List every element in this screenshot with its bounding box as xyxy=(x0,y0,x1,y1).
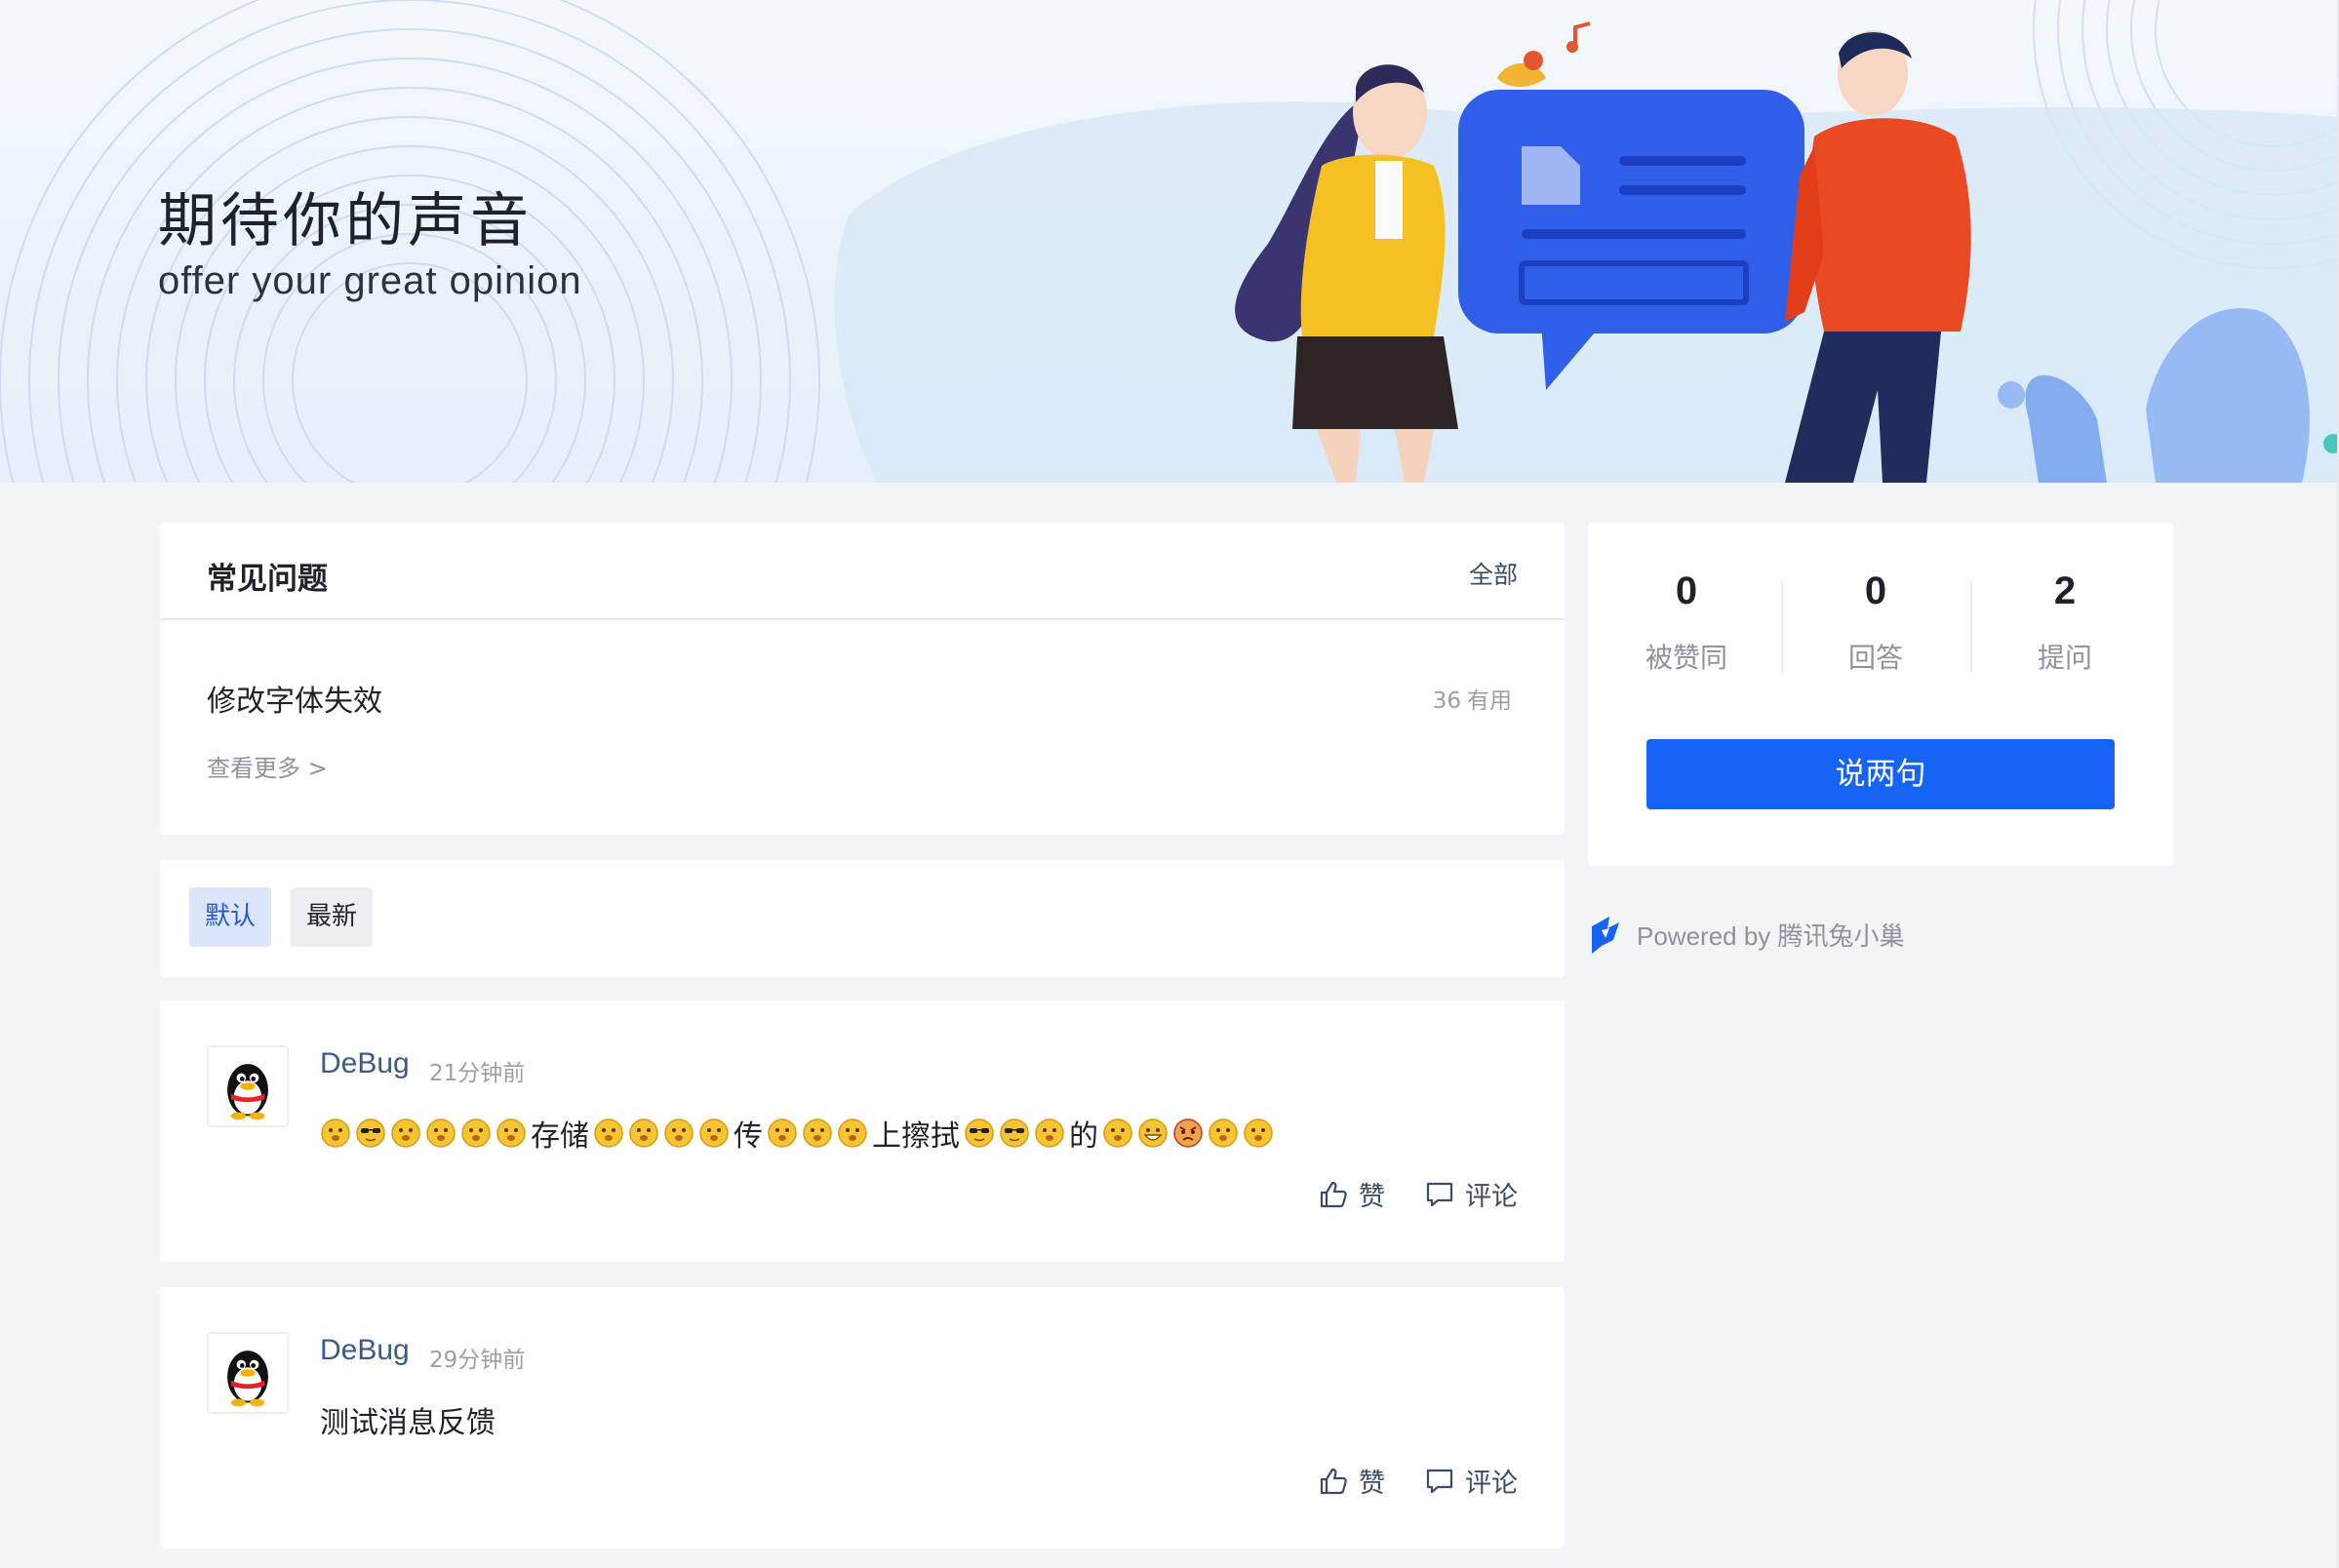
comment-button[interactable]: 评论 xyxy=(1424,1462,1518,1500)
speech-bubble-illustration xyxy=(1458,21,1804,390)
thumbs-up-icon xyxy=(1320,1468,1347,1494)
useful-count-value: 36 xyxy=(1432,688,1461,714)
plant-decoration xyxy=(1998,308,2339,483)
post-content: 测试消息反馈 xyxy=(320,1406,496,1440)
comment-button[interactable]: 评论 xyxy=(1424,1175,1518,1213)
post-content-text: 的 xyxy=(1069,1119,1098,1154)
grin-emoji-icon xyxy=(1138,1118,1168,1148)
face-emoji-icon xyxy=(426,1118,456,1148)
face-emoji-icon xyxy=(496,1118,526,1148)
post-content: 存储 传 上擦拭 的 xyxy=(320,1112,1278,1155)
powered-by-text: Powered by 腾讯兔小巢 xyxy=(1637,921,1905,951)
woman-figure-illustration xyxy=(1235,64,1458,483)
post-content-text: 上擦拭 xyxy=(872,1119,960,1154)
say-something-button[interactable]: 说两句 xyxy=(1646,739,2115,809)
faq-more-link[interactable]: 查看更多 > xyxy=(207,749,328,783)
face-emoji-icon xyxy=(768,1118,797,1148)
like-button[interactable]: 赞 xyxy=(1318,1175,1385,1213)
face-emoji-icon xyxy=(1103,1118,1132,1148)
banner-illustration xyxy=(1235,21,2339,483)
like-label: 赞 xyxy=(1359,1182,1385,1212)
comment-label: 评论 xyxy=(1465,1469,1518,1499)
post-actions: 赞 评论 xyxy=(1318,1462,1518,1500)
post-time: 21分钟前 xyxy=(429,1061,526,1086)
txc-logo-icon xyxy=(1592,917,1619,954)
cool-emoji-icon xyxy=(356,1118,385,1148)
face-emoji-icon xyxy=(1209,1118,1238,1148)
qq-penguin-avatar[interactable] xyxy=(207,1045,289,1127)
banner: 期待你的声音 offer your great opinion xyxy=(0,0,2339,483)
comment-icon xyxy=(1426,1469,1453,1493)
face-emoji-icon xyxy=(699,1118,729,1148)
stat-questions-value: 2 xyxy=(2053,569,2077,612)
post-card: DeBug 29分钟前 测试消息反馈 赞 评论 xyxy=(160,1287,1565,1548)
face-emoji-icon xyxy=(321,1118,350,1148)
qq-penguin-avatar[interactable] xyxy=(207,1332,289,1414)
comment-label: 评论 xyxy=(1465,1182,1518,1212)
powered-by[interactable]: Powered by 腾讯兔小巢 xyxy=(1588,913,1905,956)
face-emoji-icon xyxy=(629,1118,658,1148)
faq-card: 常见问题 全部 修改字体失效 36 有用 查看更多 > xyxy=(160,523,1565,835)
like-label: 赞 xyxy=(1359,1469,1385,1499)
face-emoji-icon xyxy=(803,1118,832,1148)
stat-questions: 2 提问 xyxy=(1970,569,2160,676)
useful-count-label: 有用 xyxy=(1467,688,1512,714)
man-figure-illustration xyxy=(1785,30,1971,483)
post-actions: 赞 评论 xyxy=(1318,1175,1518,1213)
stat-answers-value: 0 xyxy=(1864,569,1887,612)
comment-icon xyxy=(1426,1182,1453,1206)
post-author[interactable]: DeBug xyxy=(320,1047,410,1080)
face-emoji-icon xyxy=(838,1118,867,1148)
sort-default-button[interactable]: 默认 xyxy=(189,887,271,947)
stat-liked-value: 0 xyxy=(1675,569,1698,612)
post-card: DeBug 21分钟前 存储 传 上擦拭 的 赞 评论 xyxy=(160,1000,1565,1262)
stat-answers-label: 回答 xyxy=(1847,642,1903,674)
stat-liked: 0 被赞同 xyxy=(1592,569,1781,676)
face-emoji-icon xyxy=(461,1118,491,1148)
faq-item[interactable]: 修改字体失效 xyxy=(207,677,382,720)
faq-item-useful-count: 36 有用 xyxy=(1433,682,1518,715)
faq-title: 常见问题 xyxy=(207,562,328,597)
faq-header: 常见问题 全部 xyxy=(160,523,1565,620)
faq-all-link[interactable]: 全部 xyxy=(1469,556,1518,591)
stats-card: 0 被赞同 0 回答 2 提问 说两句 xyxy=(1588,523,2173,866)
stat-liked-label: 被赞同 xyxy=(1645,642,1727,674)
face-emoji-icon xyxy=(594,1118,623,1148)
cool-emoji-icon xyxy=(1000,1118,1029,1148)
face-emoji-icon xyxy=(1035,1118,1064,1148)
sort-newest-button[interactable]: 最新 xyxy=(291,887,373,947)
post-content-text: 存储 xyxy=(531,1119,589,1154)
stat-answers: 0 回答 xyxy=(1781,569,1970,676)
face-emoji-icon xyxy=(1244,1118,1273,1148)
face-emoji-icon xyxy=(664,1118,694,1148)
post-author[interactable]: DeBug xyxy=(320,1334,410,1367)
cool-emoji-icon xyxy=(965,1118,994,1148)
thumbs-up-icon xyxy=(1320,1181,1347,1207)
face-emoji-icon xyxy=(391,1118,420,1148)
post-time: 29分钟前 xyxy=(429,1348,526,1373)
like-button[interactable]: 赞 xyxy=(1318,1462,1385,1500)
stat-questions-label: 提问 xyxy=(2037,642,2092,674)
sort-card: 默认 最新 xyxy=(160,860,1565,977)
post-content-text: 传 xyxy=(733,1119,763,1154)
angry-emoji-icon xyxy=(1173,1118,1203,1148)
